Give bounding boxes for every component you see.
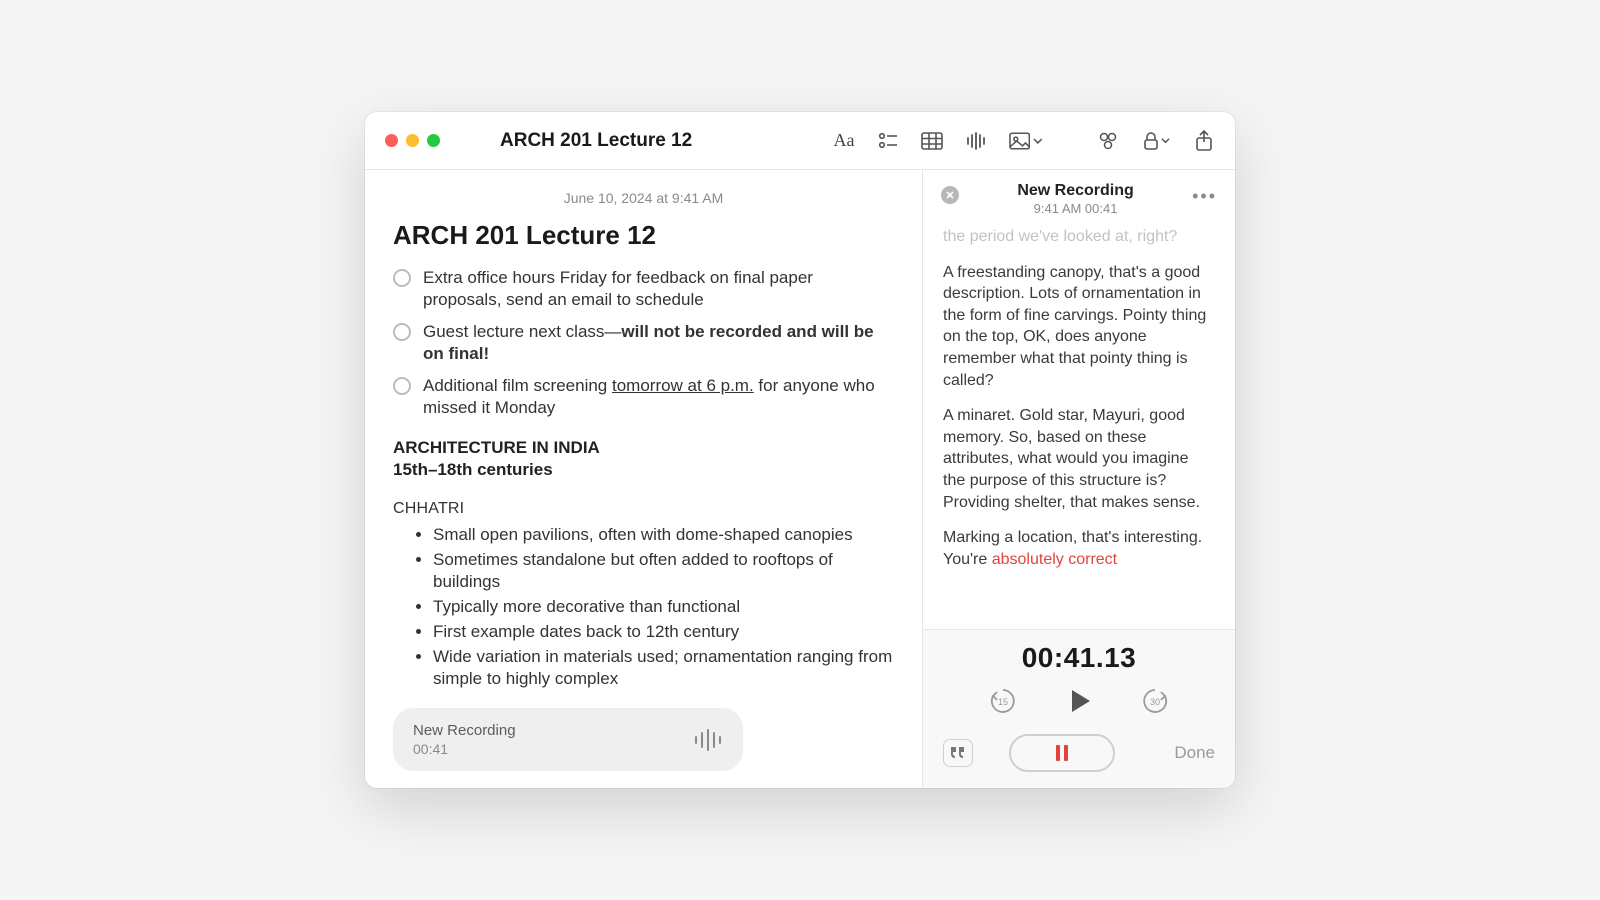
close-icon [946, 191, 954, 199]
audio-button[interactable] [965, 130, 987, 152]
lock-icon [1143, 131, 1159, 151]
playback-controls: 00:41.13 15 30 [923, 629, 1235, 788]
media-button[interactable] [1009, 130, 1043, 152]
recording-chip-title: New Recording [413, 722, 516, 739]
skip-back-15-button[interactable]: 15 [988, 686, 1018, 716]
quote-icon [950, 746, 966, 760]
table-icon [921, 132, 943, 150]
share-icon [1195, 130, 1213, 152]
recording-title: New Recording [969, 182, 1182, 200]
recording-attachment-chip[interactable]: New Recording 00:41 [393, 708, 743, 771]
checklist-button[interactable] [877, 130, 899, 152]
checklist-text: Additional film screening tomorrow at 6 … [423, 375, 894, 419]
checkbox-icon[interactable] [393, 323, 411, 341]
waveform-icon [965, 132, 987, 150]
insert-quote-button[interactable] [943, 739, 973, 767]
app-window: ARCH 201 Lecture 12 Aa [365, 112, 1235, 788]
checklist-item[interactable]: Extra office hours Friday for feedback o… [393, 267, 894, 311]
recording-chip-duration: 00:41 [413, 741, 516, 757]
list-item: Typically more decorative than functiona… [433, 596, 894, 618]
window-zoom-button[interactable] [427, 134, 440, 147]
checkbox-icon[interactable] [393, 269, 411, 287]
toolbar: Aa [833, 130, 1215, 152]
lock-button[interactable] [1141, 130, 1171, 152]
share-button[interactable] [1193, 130, 1215, 152]
section-heading: ARCHITECTURE IN INDIA [393, 438, 894, 458]
note-timestamp: June 10, 2024 at 9:41 AM [393, 190, 894, 206]
close-panel-button[interactable] [941, 186, 959, 204]
window-close-button[interactable] [385, 134, 398, 147]
ellipsis-icon: ••• [1192, 186, 1217, 206]
checklist-text: Guest lecture next class—will not be rec… [423, 321, 894, 365]
list-item: Wide variation in materials used; orname… [433, 646, 894, 690]
checklist-item[interactable]: Guest lecture next class—will not be rec… [393, 321, 894, 365]
skip-back-icon: 15 [988, 686, 1018, 716]
window-title: ARCH 201 Lecture 12 [500, 130, 692, 152]
chevron-down-icon [1161, 136, 1170, 145]
text-format-icon: Aa [834, 130, 855, 151]
content-area: June 10, 2024 at 9:41 AM ARCH 201 Lectur… [365, 170, 1235, 788]
list-item: Sometimes standalone but often added to … [433, 549, 894, 593]
format-button[interactable]: Aa [833, 130, 855, 152]
recording-panel: New Recording 9:41 AM 00:41 ••• the peri… [923, 170, 1235, 788]
play-button[interactable] [1064, 686, 1094, 716]
chevron-down-icon [1033, 136, 1043, 146]
recording-panel-header: New Recording 9:41 AM 00:41 ••• [923, 170, 1235, 220]
skip-forward-icon: 30 [1140, 686, 1170, 716]
waveform-icon [693, 728, 723, 752]
recording-timer: 00:41.13 [943, 642, 1215, 674]
recording-chip-meta: New Recording 00:41 [413, 722, 516, 757]
transcript-paragraph: A minaret. Gold star, Mayuri, good memor… [943, 405, 1215, 513]
svg-text:30: 30 [1150, 697, 1160, 707]
transcript-prev-line: the period we've looked at, right? [943, 226, 1215, 248]
recording-subtitle: 9:41 AM 00:41 [969, 201, 1182, 216]
list-item: Small open pavilions, often with dome-sh… [433, 524, 894, 546]
collaborate-button[interactable] [1097, 130, 1119, 152]
photo-icon [1009, 132, 1030, 150]
transcript-highlight: absolutely correct [992, 551, 1117, 568]
note-title: ARCH 201 Lecture 12 [393, 220, 894, 251]
checkbox-icon[interactable] [393, 377, 411, 395]
transcript-paragraph: A freestanding canopy, that's a good des… [943, 262, 1215, 392]
done-button[interactable]: Done [1174, 743, 1215, 763]
checklist-icon [878, 132, 898, 150]
link-people-icon [1097, 131, 1119, 151]
traffic-lights [385, 134, 440, 147]
svg-text:15: 15 [998, 697, 1008, 707]
transcript-paragraph: Marking a location, that's interesting. … [943, 527, 1215, 570]
list-item: First example dates back to 12th century [433, 621, 894, 643]
skip-forward-30-button[interactable]: 30 [1140, 686, 1170, 716]
section-subheading: 15th–18th centuries [393, 460, 894, 480]
checklist-text: Extra office hours Friday for feedback o… [423, 267, 894, 311]
note-editor[interactable]: June 10, 2024 at 9:41 AM ARCH 201 Lectur… [365, 170, 923, 788]
play-icon [1072, 690, 1090, 712]
window-minimize-button[interactable] [406, 134, 419, 147]
bullet-list: Small open pavilions, often with dome-sh… [393, 524, 894, 691]
titlebar: ARCH 201 Lecture 12 Aa [365, 112, 1235, 170]
more-options-button[interactable]: ••• [1192, 186, 1217, 207]
topic-label: CHHATRI [393, 500, 894, 518]
pause-recording-button[interactable] [1009, 734, 1115, 772]
table-button[interactable] [921, 130, 943, 152]
transcript-area[interactable]: the period we've looked at, right? A fre… [923, 220, 1235, 629]
pause-icon [1056, 745, 1068, 761]
checklist-item[interactable]: Additional film screening tomorrow at 6 … [393, 375, 894, 419]
